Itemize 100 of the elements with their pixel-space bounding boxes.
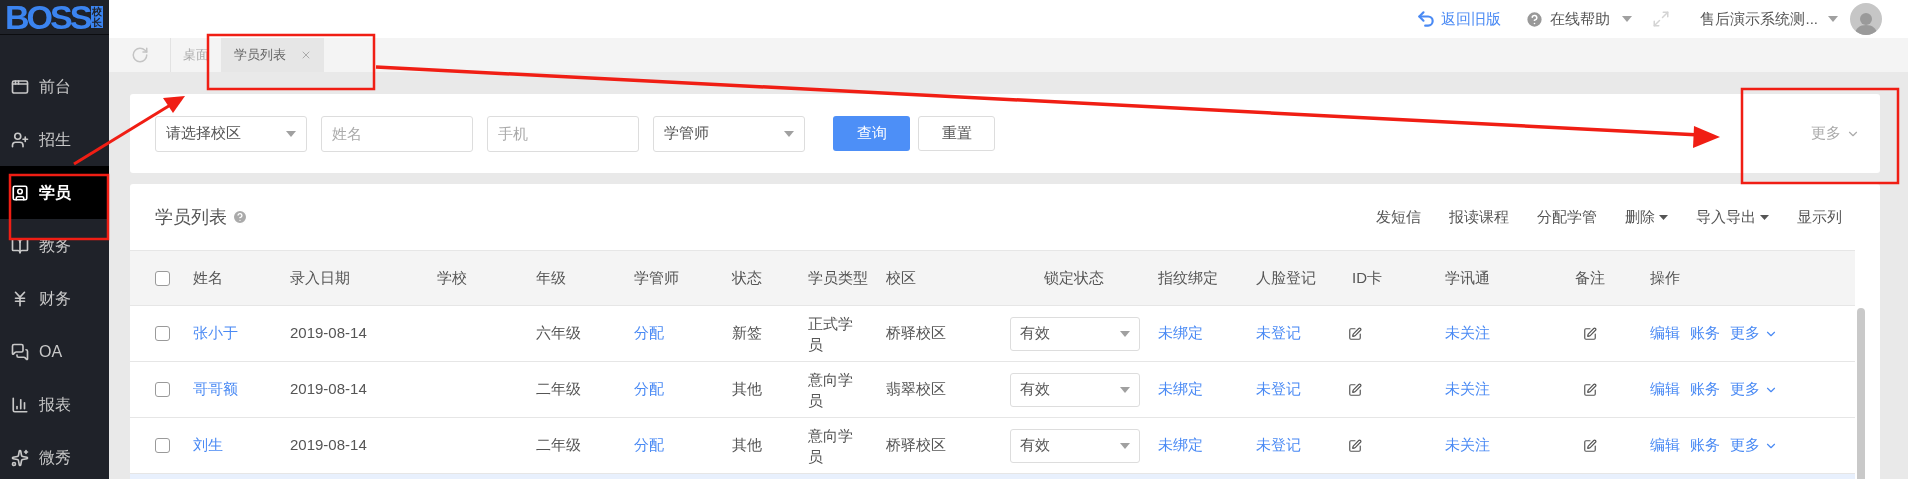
column-header: 锁定状态 bbox=[1044, 268, 1104, 286]
bar-chart-icon bbox=[11, 395, 29, 414]
table-cell: 2019-08-14 bbox=[290, 380, 367, 398]
refresh-icon[interactable] bbox=[130, 46, 149, 64]
help-menu[interactable]: 在线帮助 bbox=[1525, 7, 1633, 31]
sparkle-icon bbox=[11, 448, 29, 467]
tab[interactable]: 学员列表 bbox=[221, 38, 324, 72]
lock-status-select[interactable]: 有效 bbox=[1010, 316, 1140, 351]
nav-item[interactable]: 招生 bbox=[0, 113, 109, 166]
toolbar-action[interactable]: 删除 bbox=[1625, 205, 1668, 229]
column-header: 备注 bbox=[1575, 268, 1605, 286]
caret-icon bbox=[1120, 386, 1130, 393]
fingerprint-link[interactable]: 未绑定 bbox=[1158, 324, 1203, 342]
search-button[interactable]: 查询 bbox=[833, 116, 910, 151]
table-cell: 二年级 bbox=[536, 380, 581, 398]
column-header: 学讯通 bbox=[1445, 268, 1490, 286]
toolbar-action[interactable]: 显示列 bbox=[1797, 205, 1842, 229]
row-action-link[interactable]: 编辑 bbox=[1650, 378, 1680, 401]
input-field[interactable]: 姓名 bbox=[321, 115, 473, 152]
column-header: 年级 bbox=[536, 268, 566, 286]
fingerprint-link[interactable]: 未绑定 bbox=[1158, 380, 1203, 398]
select-field[interactable]: 学管师 bbox=[653, 115, 805, 152]
toolbar-action[interactable]: 导入导出 bbox=[1696, 205, 1769, 229]
assign-link[interactable]: 分配 bbox=[634, 324, 664, 342]
reset-button[interactable]: 重置 bbox=[918, 116, 995, 151]
face-register-link[interactable]: 未登记 bbox=[1256, 324, 1301, 342]
logo-badge: 校长 bbox=[91, 6, 104, 28]
table-cell: 2019-08-14 bbox=[290, 324, 367, 342]
fullscreen-icon[interactable] bbox=[1652, 10, 1671, 28]
table-cell: 翡翠校区 bbox=[886, 380, 946, 398]
row-action-link[interactable]: 更多 bbox=[1730, 322, 1778, 345]
user-menu[interactable]: 售后演示系统测... bbox=[1700, 7, 1838, 31]
edit-icon[interactable] bbox=[1348, 326, 1362, 341]
toolbar-action[interactable]: 分配学管 bbox=[1537, 205, 1597, 229]
table-cell: 二年级 bbox=[536, 436, 581, 454]
avatar[interactable] bbox=[1850, 3, 1882, 35]
row-action-link[interactable]: 更多 bbox=[1730, 434, 1778, 457]
checkbox[interactable] bbox=[155, 270, 170, 286]
edit-icon[interactable] bbox=[1583, 382, 1597, 397]
row-action-link[interactable]: 编辑 bbox=[1650, 434, 1680, 457]
assign-link[interactable]: 分配 bbox=[634, 380, 664, 398]
caret-icon bbox=[1120, 330, 1130, 337]
edit-icon[interactable] bbox=[1583, 438, 1597, 453]
follow-link[interactable]: 未关注 bbox=[1445, 436, 1490, 454]
table-cell: 2019-08-14 bbox=[290, 436, 367, 454]
lock-status-select[interactable]: 有效 bbox=[1010, 372, 1140, 407]
select-field[interactable]: 请选择校区 bbox=[155, 115, 307, 152]
column-header: 录入日期 bbox=[290, 268, 350, 286]
row-action-link[interactable]: 账务 bbox=[1690, 434, 1720, 457]
checkbox[interactable] bbox=[155, 326, 170, 341]
face-register-link[interactable]: 未登记 bbox=[1256, 380, 1301, 398]
row-action-link[interactable]: 编辑 bbox=[1650, 322, 1680, 345]
edit-icon[interactable] bbox=[1348, 382, 1362, 397]
checkbox[interactable] bbox=[155, 438, 170, 453]
table-cell: 其他 bbox=[732, 436, 762, 454]
help-icon[interactable] bbox=[232, 209, 248, 225]
edit-icon[interactable] bbox=[1583, 326, 1597, 341]
tab[interactable]: 桌面 bbox=[171, 38, 221, 72]
table-cell-text: 意向学员 bbox=[808, 369, 854, 411]
table-cell: 六年级 bbox=[536, 324, 581, 342]
caret-icon bbox=[1120, 442, 1130, 449]
student-name-link[interactable]: 刘生 bbox=[193, 436, 223, 454]
nav-item[interactable]: 报表 bbox=[0, 378, 109, 431]
fingerprint-link[interactable]: 未绑定 bbox=[1158, 436, 1203, 454]
student-name-link[interactable]: 张小于 bbox=[193, 324, 238, 342]
caret-icon bbox=[1659, 214, 1668, 220]
caret-icon bbox=[1622, 16, 1633, 22]
row-action-link[interactable]: 账务 bbox=[1690, 378, 1720, 401]
table-cell: 桥驿校区 bbox=[886, 436, 946, 454]
toolbar-action[interactable]: 发短信 bbox=[1376, 205, 1421, 229]
student-name-link[interactable]: 哥哥额 bbox=[193, 380, 238, 398]
follow-link[interactable]: 未关注 bbox=[1445, 324, 1490, 342]
caret-icon bbox=[1760, 214, 1769, 220]
nav-item[interactable]: 学员 bbox=[0, 166, 109, 219]
nav-item[interactable]: 前台 bbox=[0, 60, 109, 113]
follow-link[interactable]: 未关注 bbox=[1445, 380, 1490, 398]
table-title: 学员列表 bbox=[155, 205, 227, 229]
row-action-link[interactable]: 更多 bbox=[1730, 378, 1778, 401]
edit-icon[interactable] bbox=[1348, 438, 1362, 453]
nav-item[interactable]: 财务 bbox=[0, 272, 109, 325]
face-register-link[interactable]: 未登记 bbox=[1256, 436, 1301, 454]
input-field[interactable]: 手机 bbox=[487, 115, 639, 152]
help-icon bbox=[1525, 9, 1545, 29]
column-header: 人脸登记 bbox=[1256, 268, 1316, 286]
column-header: 学员类型 bbox=[808, 268, 868, 286]
assign-link[interactable]: 分配 bbox=[634, 436, 664, 454]
nav-item[interactable]: 教务 bbox=[0, 219, 109, 272]
toolbar-action[interactable]: 报读课程 bbox=[1449, 205, 1509, 229]
nav-item[interactable]: OA bbox=[0, 325, 109, 378]
back-link[interactable]: 返回旧版 bbox=[1416, 7, 1502, 31]
caret-icon bbox=[784, 130, 794, 137]
lock-status-select[interactable]: 有效 bbox=[1010, 428, 1140, 463]
row-action-link[interactable]: 账务 bbox=[1690, 322, 1720, 345]
column-header: 状态 bbox=[732, 268, 762, 286]
nav-item[interactable]: 微秀 bbox=[0, 431, 109, 479]
close-icon[interactable] bbox=[300, 49, 312, 61]
user-plus-icon bbox=[11, 130, 29, 149]
checkbox[interactable] bbox=[155, 382, 170, 397]
more-toggle[interactable]: 更多 bbox=[1811, 122, 1860, 145]
table-cell: 新签 bbox=[732, 324, 762, 342]
